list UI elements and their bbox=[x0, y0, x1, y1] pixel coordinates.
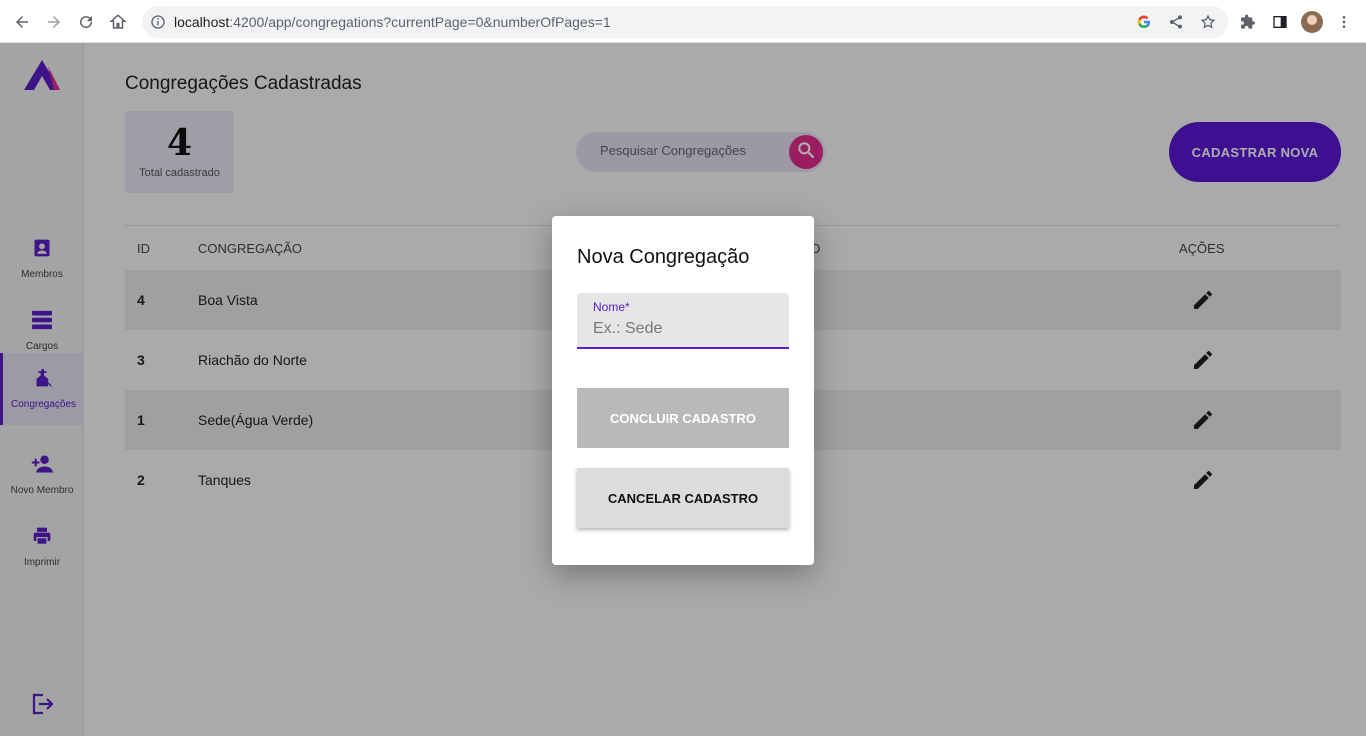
browser-menu-icon[interactable] bbox=[1333, 11, 1355, 33]
profile-avatar[interactable] bbox=[1301, 11, 1323, 33]
confirm-register-button[interactable]: CONCLUIR CADASTRO bbox=[577, 388, 789, 448]
url-host: localhost bbox=[174, 14, 230, 30]
site-info-icon[interactable] bbox=[150, 14, 166, 35]
bookmark-star-icon[interactable] bbox=[1197, 11, 1219, 33]
name-field-label: Nome* bbox=[593, 300, 630, 314]
name-input[interactable] bbox=[593, 320, 773, 338]
home-icon[interactable] bbox=[107, 11, 129, 33]
reload-icon[interactable] bbox=[75, 11, 97, 33]
url-text: localhost:4200/app/congregations?current… bbox=[174, 14, 611, 30]
back-icon[interactable] bbox=[11, 11, 33, 33]
address-bar[interactable]: localhost:4200/app/congregations?current… bbox=[142, 6, 1228, 38]
cancel-register-button[interactable]: CANCELAR CADASTRO bbox=[577, 468, 789, 528]
share-icon[interactable] bbox=[1165, 11, 1187, 33]
forward-icon[interactable] bbox=[43, 11, 65, 33]
new-congregation-dialog: Nova Congregação Nome* CONCLUIR CADASTRO… bbox=[552, 216, 814, 565]
dialog-title: Nova Congregação bbox=[577, 246, 750, 268]
name-field: Nome* bbox=[577, 293, 789, 349]
google-icon[interactable] bbox=[1133, 11, 1155, 33]
extensions-icon[interactable] bbox=[1237, 11, 1259, 33]
side-panel-icon[interactable] bbox=[1269, 11, 1291, 33]
browser-toolbar: localhost:4200/app/congregations?current… bbox=[0, 0, 1366, 43]
url-path: :4200/app/congregations?currentPage=0&nu… bbox=[229, 14, 611, 30]
